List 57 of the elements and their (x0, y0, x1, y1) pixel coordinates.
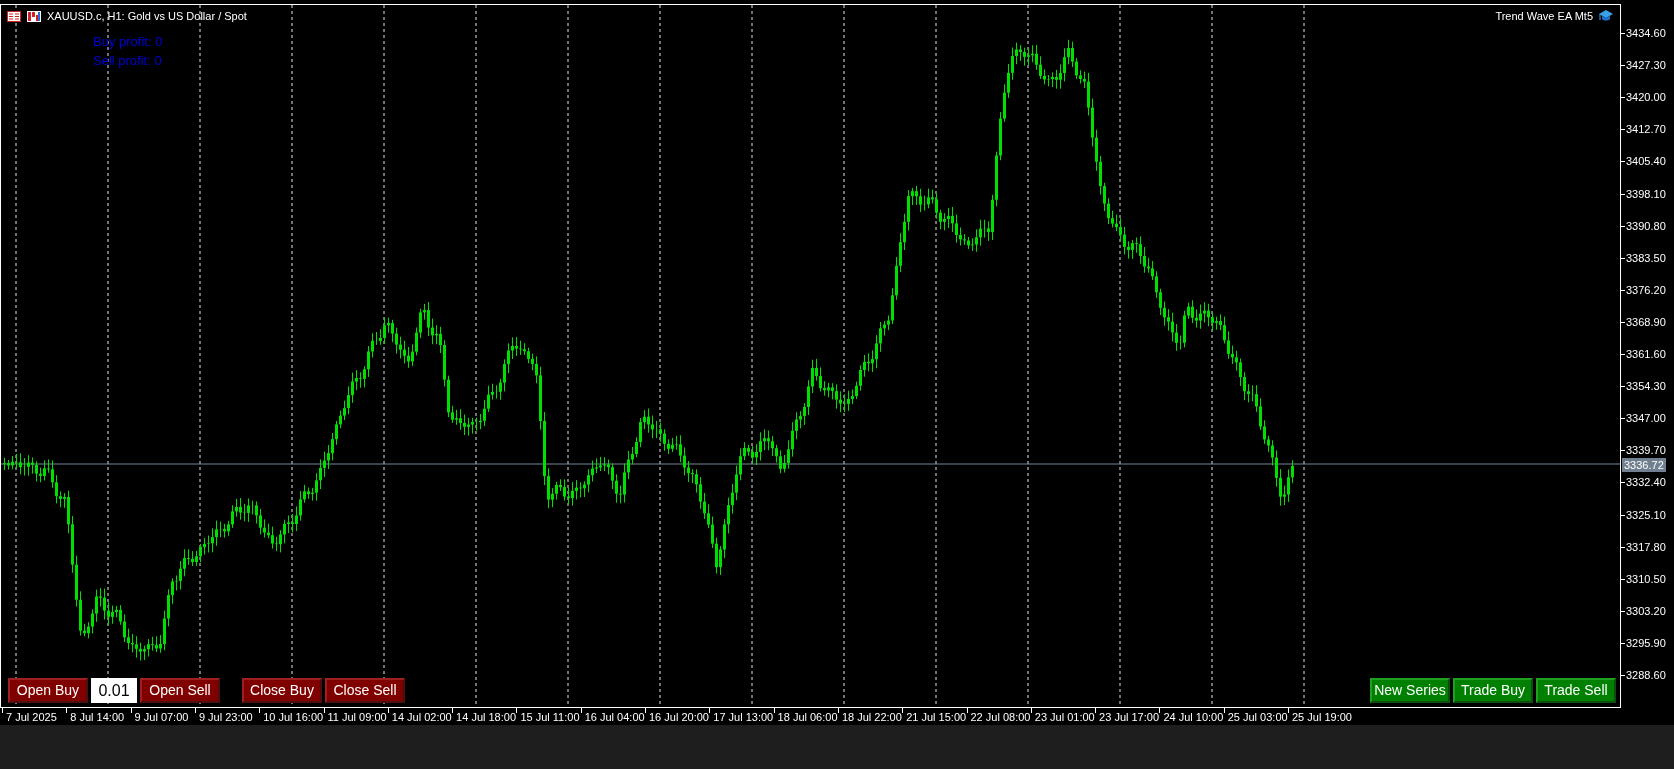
price-label: 3390.80 (1621, 218, 1666, 233)
current-price-label: 3336.72 (1622, 458, 1666, 472)
price-label: 3427.30 (1621, 58, 1666, 73)
time-label: 24 Jul 10:00 (1159, 709, 1224, 726)
time-label: 11 Jul 09:00 (323, 709, 387, 726)
buy-profit-label: Buy profit: 0 (93, 33, 163, 51)
expert-name: Trend Wave EA Mt5 (1495, 9, 1593, 24)
price-label: 3325.10 (1621, 507, 1666, 522)
time-label: 25 Jul 03:00 (1223, 709, 1288, 726)
time-label: 15 Jul 11:00 (516, 709, 580, 726)
time-label: 23 Jul 17:00 (1095, 709, 1160, 726)
time-label: 18 Jul 22:00 (837, 709, 902, 726)
trade-button[interactable]: Trade Sell (1536, 678, 1616, 703)
price-label: 3310.50 (1621, 571, 1666, 586)
price-label: 3420.00 (1621, 90, 1666, 105)
list-icon[interactable] (7, 10, 21, 22)
time-label: 14 Jul 18:00 (452, 709, 517, 726)
time-label: 9 Jul 23:00 (194, 709, 253, 726)
time-label: 18 Jul 06:00 (773, 709, 838, 726)
sell-profit-label: Sell profit: 0 (93, 52, 162, 70)
price-label: 3339.70 (1621, 443, 1666, 458)
time-label: 7 Jul 2025 (2, 709, 57, 726)
window-title: XAUUSD.c, H1: Gold vs US Dollar / Spot (47, 9, 247, 24)
price-label: 3383.50 (1621, 250, 1666, 265)
time-label: 25 Jul 19:00 (1288, 709, 1352, 726)
lot-size-field[interactable]: 0.01 (91, 678, 137, 703)
time-label: 23 Jul 01:00 (1030, 709, 1095, 726)
price-label: 3332.40 (1621, 475, 1666, 490)
time-label: 21 Jul 15:00 (902, 709, 967, 726)
price-label: 3376.20 (1621, 282, 1666, 297)
time-label: 16 Jul 20:00 (645, 709, 709, 726)
trade-button[interactable]: Close Buy (242, 678, 322, 703)
price-label: 3398.10 (1621, 186, 1666, 201)
price-label: 3368.90 (1621, 314, 1666, 329)
price-label: 3405.40 (1621, 154, 1666, 169)
time-label: 16 Jul 04:00 (580, 709, 645, 726)
price-label: 3317.80 (1621, 539, 1666, 554)
time-label: 22 Jul 08:00 (966, 709, 1031, 726)
price-label: 3347.00 (1621, 411, 1666, 426)
time-label: 8 Jul 14:00 (66, 709, 125, 726)
trade-button[interactable]: Open Sell (140, 678, 220, 703)
trade-button[interactable]: New Series (1370, 678, 1450, 703)
trade-button[interactable]: Open Buy (8, 678, 88, 703)
trade-button[interactable]: Close Sell (325, 678, 405, 703)
price-label: 3412.70 (1621, 122, 1666, 137)
time-label: 17 Jul 13:00 (709, 709, 774, 726)
price-label: 3303.20 (1621, 603, 1666, 618)
time-label: 14 Jul 02:00 (387, 709, 452, 726)
price-label: 3295.90 (1621, 635, 1666, 650)
trade-button[interactable]: Trade Buy (1453, 678, 1533, 703)
price-label: 3434.60 (1621, 26, 1666, 40)
time-label: 9 Jul 07:00 (130, 709, 189, 726)
price-label: 3354.30 (1621, 379, 1666, 394)
price-label: 3361.60 (1621, 347, 1666, 361)
price-label: 3288.60 (1621, 668, 1666, 682)
time-label: 10 Jul 16:00 (259, 709, 324, 726)
chart-bars-icon[interactable] (27, 10, 41, 22)
